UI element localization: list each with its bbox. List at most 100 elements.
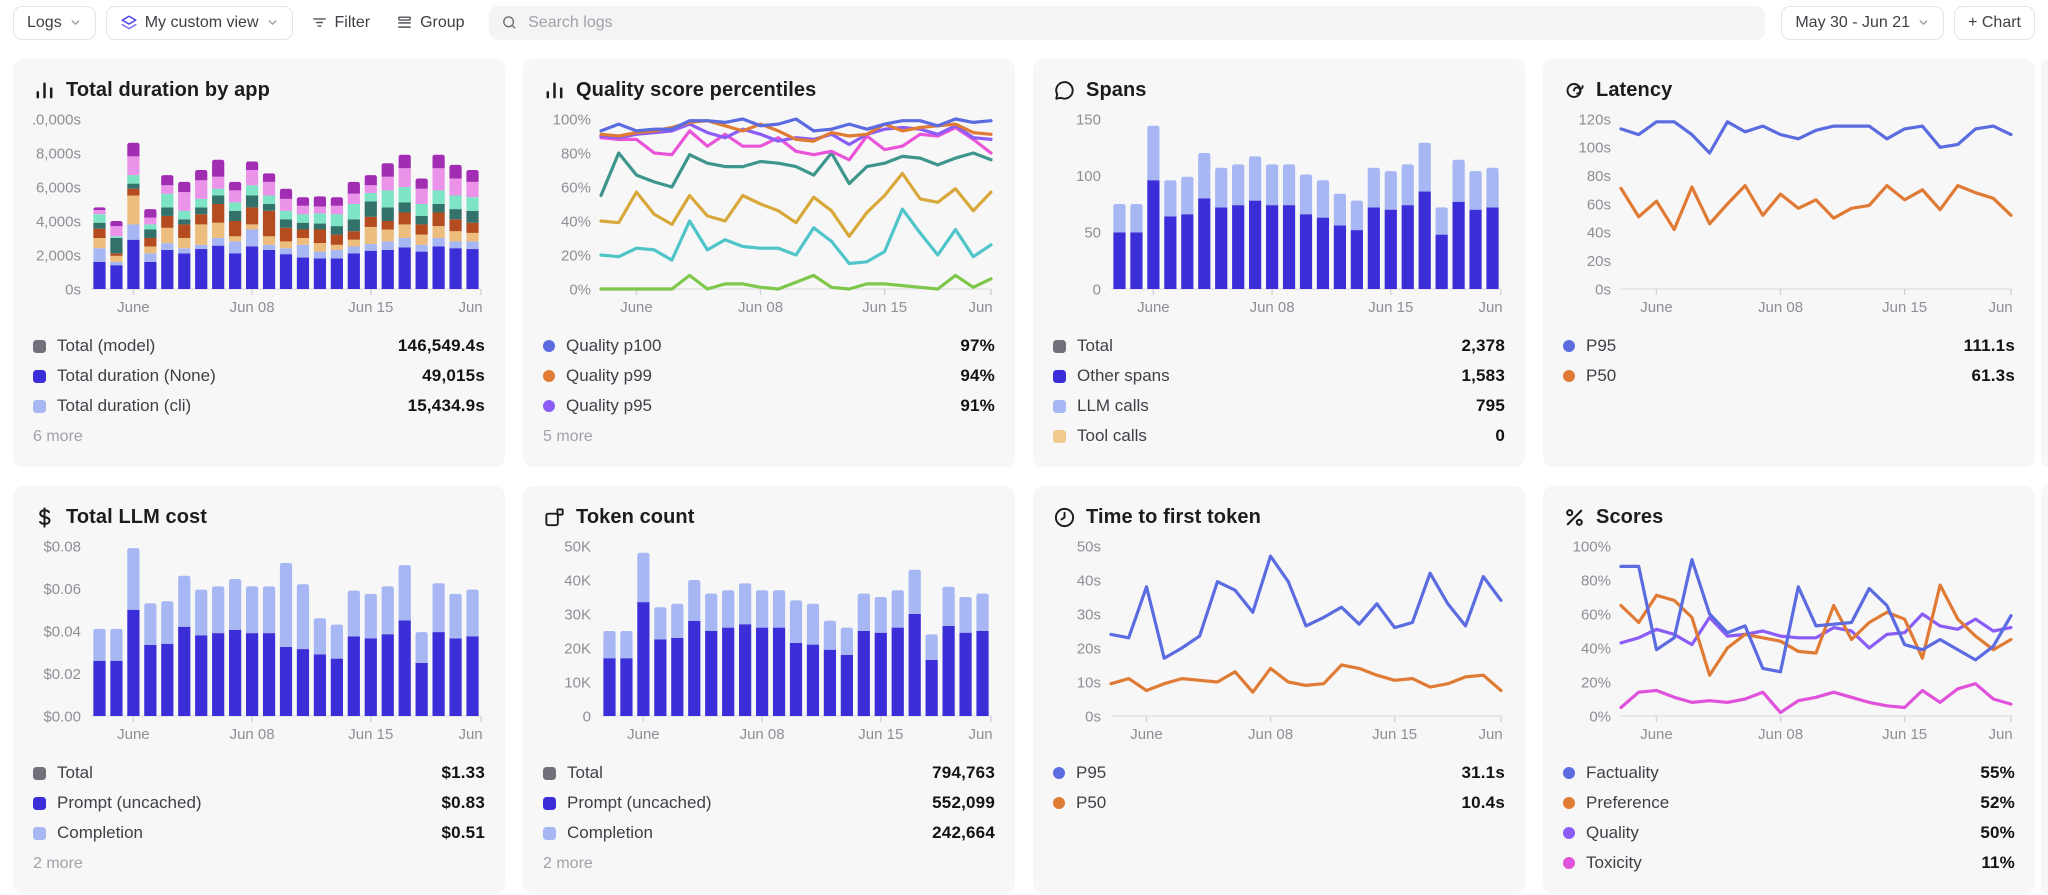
svg-text:Jun 08: Jun 08 [1758,726,1803,743]
legend-value: 31.1s [1461,763,1505,783]
legend-row[interactable]: LLM calls795 [1053,391,1505,421]
svg-text:30s: 30s [1077,606,1101,623]
legend-label: Total (model) [57,336,155,356]
legend-row[interactable]: Total duration (None)49,015s [33,361,485,391]
legend-value: 11% [1981,853,2015,873]
chart-card-latency[interactable]: Latency 0s20s40s60s80s100s120sJuneJun 08… [1543,59,2035,467]
legend-row[interactable]: Quality50% [1563,818,2015,848]
chart-plot-area[interactable]: 010K20K30K40K50KJuneJun 08Jun 15Jun 22 [543,536,995,748]
legend-more-link[interactable]: 2 more [543,855,593,873]
legend-row[interactable]: Preference52% [1563,788,2015,818]
legend-marker [1053,400,1066,413]
chart-plot-area[interactable]: 0s2,000s4,000s6,000s8,000s10,000sJuneJun… [33,109,485,321]
svg-text:40%: 40% [1581,640,1611,657]
svg-text:$0.02: $0.02 [43,666,81,683]
logs-dropdown[interactable]: Logs [13,6,96,40]
legend-value: 15,434.9s [408,396,485,416]
legend-marker [1053,797,1065,809]
legend-row[interactable]: Total794,763 [543,758,995,788]
chart-card-title: Total duration by app [66,79,270,102]
legend-more-link[interactable]: 2 more [33,855,83,873]
svg-text:50: 50 [1084,225,1101,242]
group-button[interactable]: Group [388,6,472,40]
legend-row[interactable]: Factuality55% [1563,758,2015,788]
chart-card-quality-score-percentiles[interactable]: Quality score percentiles 0%20%40%60%80%… [523,59,1015,467]
legend-row[interactable]: Prompt (uncached)$0.83 [33,788,485,818]
legend-marker [543,370,555,382]
svg-text:40s: 40s [1587,225,1611,242]
svg-text:June: June [117,299,150,316]
svg-text:40K: 40K [564,572,591,589]
legend-row[interactable]: Quality p10097% [543,331,995,361]
chart-card-scores[interactable]: Scores 0%20%40%60%80%100%JuneJun 08Jun 1… [1543,486,2035,894]
legend-row[interactable]: Total duration (cli)15,434.9s [33,391,485,421]
chart-plot-area[interactable]: 0s20s40s60s80s100s120sJuneJun 08Jun 15Ju… [1563,109,2015,321]
filter-button[interactable]: Filter [303,6,379,40]
legend-row[interactable]: Completion$0.51 [33,818,485,848]
svg-text:60s: 60s [1587,196,1611,213]
legend-row[interactable]: Total (model)146,549.4s [33,331,485,361]
legend-more-link[interactable]: 5 more [543,428,593,446]
legend-label: Total [567,763,603,783]
svg-text:6,000s: 6,000s [36,179,81,196]
svg-text:June: June [620,299,653,316]
legend-value: 49,015s [422,366,485,386]
filter-label: Filter [335,14,371,32]
legend-row[interactable]: P5010.4s [1053,788,1505,818]
legend-row[interactable]: Total2,378 [1053,331,1505,361]
legend-row[interactable]: Completion242,664 [543,818,995,848]
chart-card-time-to-first-token[interactable]: Time to first token 0s10s20s30s40s50sJun… [1033,486,1525,894]
legend-row[interactable]: Prompt (uncached)552,099 [543,788,995,818]
toolbar: Logs My custom view Filter Group May 30 … [0,0,2048,40]
legend-marker [1563,340,1575,352]
date-range-picker[interactable]: May 30 - Jun 21 [1781,6,1944,40]
chart-plot-area[interactable]: $0.00$0.02$0.04$0.06$0.08JuneJun 08Jun 1… [33,536,485,748]
dashboard-grid: Total duration by app 0s2,000s4,000s6,00… [0,40,2048,894]
chart-plot-area[interactable]: 050100150JuneJun 08Jun 15Jun 22 [1053,109,1505,321]
legend-row[interactable]: Quality p9994% [543,361,995,391]
chart-card-token-count[interactable]: Token count 010K20K30K40K50KJuneJun 08Ju… [523,486,1015,894]
chart-card-total-duration-by-app[interactable]: Total duration by app 0s2,000s4,000s6,00… [13,59,505,467]
group-rows-icon [396,14,413,31]
custom-view-dropdown[interactable]: My custom view [106,6,293,40]
svg-text:Jun 15: Jun 15 [1882,299,1927,316]
legend-row[interactable]: Total$1.33 [33,758,485,788]
svg-text:Jun 15: Jun 15 [862,299,907,316]
chart-card-total-llm-cost[interactable]: Total LLM cost $0.00$0.02$0.04$0.06$0.08… [13,486,505,894]
svg-text:0%: 0% [569,281,591,298]
legend-label: Quality p100 [566,336,661,356]
legend-more-link[interactable]: 6 more [33,428,83,446]
chart-card-header: Total LLM cost [33,502,485,532]
legend-row[interactable]: Other spans1,583 [1053,361,1505,391]
legend-label: Completion [567,823,653,843]
layers-icon [120,14,138,32]
legend-value: 50% [1980,823,2015,843]
chart-plot-area[interactable]: 0%20%40%60%80%100%JuneJun 08Jun 15Jun 22 [1563,536,2015,748]
partial-card-sliver [2041,486,2048,894]
add-chart-button[interactable]: + Chart [1954,6,2035,40]
search-bar[interactable] [489,6,1766,40]
legend-row[interactable]: P95111.1s [1563,331,2015,361]
chart-card-spans[interactable]: Spans 050100150JuneJun 08Jun 15Jun 22 To… [1033,59,1525,467]
legend-row[interactable]: Toxicity11% [1563,848,2015,878]
svg-text:Jun 22: Jun 22 [1988,726,2015,743]
svg-text:100%: 100% [553,111,591,128]
svg-text:0s: 0s [1085,708,1101,725]
legend-label: P50 [1076,793,1106,813]
search-input[interactable] [526,13,1753,33]
legend-label: Quality p95 [566,396,652,416]
chart-legend: Total794,763Prompt (uncached)552,099Comp… [543,758,995,848]
speech-bubble-icon [1053,79,1076,102]
legend-label: Factuality [1586,763,1659,783]
chart-plot-area[interactable]: 0%20%40%60%80%100%JuneJun 08Jun 15Jun 22 [543,109,995,321]
legend-label: LLM calls [1077,396,1149,416]
legend-row[interactable]: Quality p95 91% [543,391,995,421]
legend-value: 111.1s [1964,336,2015,356]
legend-row[interactable]: P5061.3s [1563,361,2015,391]
legend-value: 91% [960,396,995,416]
legend-row[interactable]: P9531.1s [1053,758,1505,788]
svg-text:June: June [1640,299,1673,316]
legend-row[interactable]: Tool calls0 [1053,421,1505,451]
legend-marker [543,827,556,840]
chart-plot-area[interactable]: 0s10s20s30s40s50sJuneJun 08Jun 15Jun 22 [1053,536,1505,748]
